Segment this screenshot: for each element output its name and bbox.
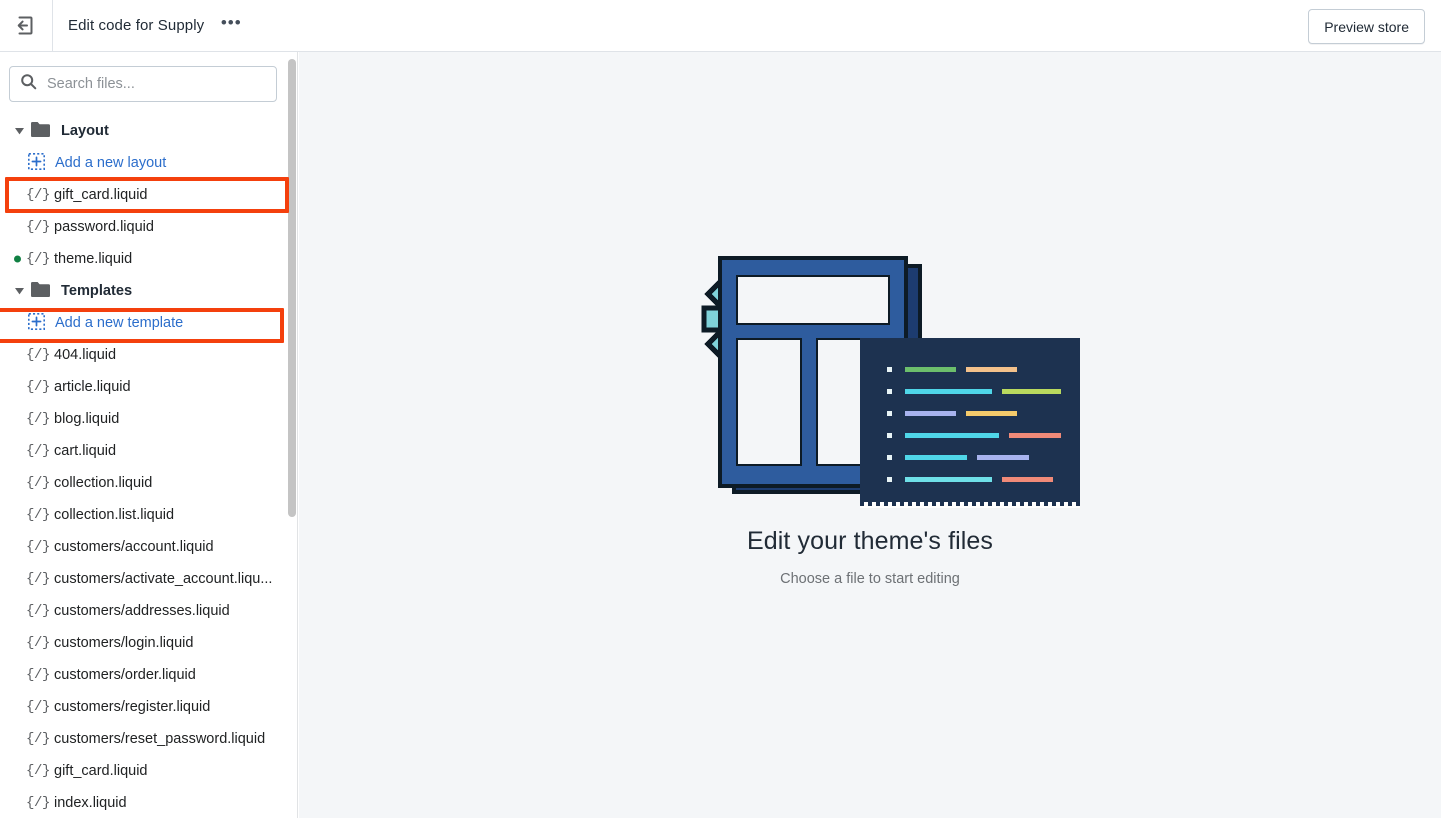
- file-row-template-5[interactable]: {/} collection.list.liquid: [0, 499, 297, 531]
- liquid-file-icon: {/}: [26, 667, 51, 683]
- file-name: blog.liquid: [54, 411, 120, 427]
- file-sidebar: Layout Add a new layout {/} gift_card.li…: [0, 52, 298, 818]
- file-name: 404.liquid: [54, 347, 117, 363]
- liquid-file-icon: {/}: [26, 635, 51, 651]
- add-plus-icon: [28, 312, 45, 334]
- file-name: collection.liquid: [54, 475, 153, 491]
- file-row-template-7[interactable]: {/} customers/activate_account.liqu...: [0, 563, 297, 595]
- file-name: password.liquid: [54, 219, 154, 235]
- search-icon: [20, 73, 37, 95]
- liquid-file-icon: {/}: [26, 603, 51, 619]
- file-name: theme.liquid: [54, 251, 133, 267]
- folder-layout[interactable]: Layout: [0, 115, 297, 147]
- file-row-layout-gift-card[interactable]: {/} gift_card.liquid: [0, 179, 297, 211]
- file-tree: Layout Add a new layout {/} gift_card.li…: [0, 115, 297, 818]
- exit-back-icon: [16, 15, 37, 36]
- file-row-template-9[interactable]: {/} customers/login.liquid: [0, 627, 297, 659]
- liquid-file-icon: {/}: [26, 699, 51, 715]
- file-name: customers/addresses.liquid: [54, 603, 230, 619]
- add-new-template-button[interactable]: Add a new template: [0, 307, 297, 339]
- theme-files-illustration: [660, 250, 1086, 512]
- chevron-down-icon: [12, 287, 26, 295]
- top-bar: Edit code for Supply ••• Preview store: [0, 0, 1441, 52]
- preview-store-label: Preview store: [1324, 18, 1409, 35]
- liquid-file-icon: {/}: [26, 187, 51, 203]
- file-row-template-6[interactable]: {/} customers/account.liquid: [0, 531, 297, 563]
- file-row-template-10[interactable]: {/} customers/order.liquid: [0, 659, 297, 691]
- liquid-file-icon: {/}: [26, 379, 51, 395]
- liquid-file-icon: {/}: [26, 539, 51, 555]
- file-row-template-13[interactable]: {/} gift_card.liquid: [0, 755, 297, 787]
- liquid-file-icon: {/}: [26, 411, 51, 427]
- file-name: index.liquid: [54, 795, 127, 811]
- folder-templates[interactable]: Templates: [0, 275, 297, 307]
- add-plus-icon: [28, 152, 45, 174]
- folder-icon: [31, 121, 50, 141]
- file-row-template-4[interactable]: {/} collection.liquid: [0, 467, 297, 499]
- file-row-template-12[interactable]: {/} customers/reset_password.liquid: [0, 723, 297, 755]
- file-row-template-14[interactable]: {/} index.liquid: [0, 787, 297, 818]
- file-row-template-8[interactable]: {/} customers/addresses.liquid: [0, 595, 297, 627]
- file-name: cart.liquid: [54, 443, 117, 459]
- sidebar-scrollbar-thumb[interactable]: [288, 59, 296, 517]
- chevron-down-icon: [12, 127, 26, 135]
- file-name: gift_card.liquid: [54, 763, 148, 779]
- folder-layout-label: Layout: [61, 123, 109, 139]
- liquid-file-icon: {/}: [26, 475, 51, 491]
- file-name: customers/account.liquid: [54, 539, 214, 555]
- file-name: customers/activate_account.liqu...: [54, 571, 273, 587]
- file-row-layout-password[interactable]: {/} password.liquid: [0, 211, 297, 243]
- sidebar-scrollbar-track[interactable]: [288, 52, 297, 818]
- search-box[interactable]: [9, 66, 277, 102]
- liquid-file-icon: {/}: [26, 795, 51, 811]
- file-name: gift_card.liquid: [54, 187, 148, 203]
- liquid-file-icon: {/}: [26, 251, 51, 267]
- file-row-layout-theme[interactable]: {/} theme.liquid: [0, 243, 297, 275]
- file-name: customers/reset_password.liquid: [54, 731, 266, 747]
- unsaved-changes-dot-icon: [14, 255, 21, 263]
- add-new-layout-label: Add a new layout: [55, 155, 167, 171]
- file-name: customers/register.liquid: [54, 699, 211, 715]
- file-row-template-2[interactable]: {/} blog.liquid: [0, 403, 297, 435]
- file-name: article.liquid: [54, 379, 131, 395]
- page-title: Edit code for Supply: [68, 17, 205, 34]
- empty-state-title: Edit your theme's files: [746, 527, 994, 555]
- liquid-file-icon: {/}: [26, 731, 51, 747]
- liquid-file-icon: {/}: [26, 443, 51, 459]
- file-name: collection.list.liquid: [54, 507, 175, 523]
- liquid-file-icon: {/}: [26, 347, 51, 363]
- liquid-file-icon: {/}: [26, 763, 51, 779]
- back-button[interactable]: [0, 0, 53, 52]
- preview-store-button[interactable]: Preview store: [1308, 9, 1425, 44]
- file-row-template-0[interactable]: {/} 404.liquid: [0, 339, 297, 371]
- file-name: customers/login.liquid: [54, 635, 194, 651]
- empty-state-subtitle: Choose a file to start editing: [780, 571, 960, 587]
- file-row-template-1[interactable]: {/} article.liquid: [0, 371, 297, 403]
- more-options-button[interactable]: •••: [218, 14, 244, 38]
- liquid-file-icon: {/}: [26, 507, 51, 523]
- file-row-template-3[interactable]: {/} cart.liquid: [0, 435, 297, 467]
- editor-empty-state: Edit your theme's files Choose a file to…: [299, 52, 1441, 818]
- file-name: customers/order.liquid: [54, 667, 196, 683]
- file-row-template-11[interactable]: {/} customers/register.liquid: [0, 691, 297, 723]
- folder-icon: [31, 281, 50, 301]
- search-section: [0, 52, 297, 102]
- search-input[interactable]: [47, 76, 266, 92]
- liquid-file-icon: {/}: [26, 219, 51, 235]
- add-new-template-label: Add a new template: [55, 315, 184, 331]
- folder-templates-label: Templates: [61, 283, 133, 299]
- add-new-layout-button[interactable]: Add a new layout: [0, 147, 297, 179]
- liquid-file-icon: {/}: [26, 571, 51, 587]
